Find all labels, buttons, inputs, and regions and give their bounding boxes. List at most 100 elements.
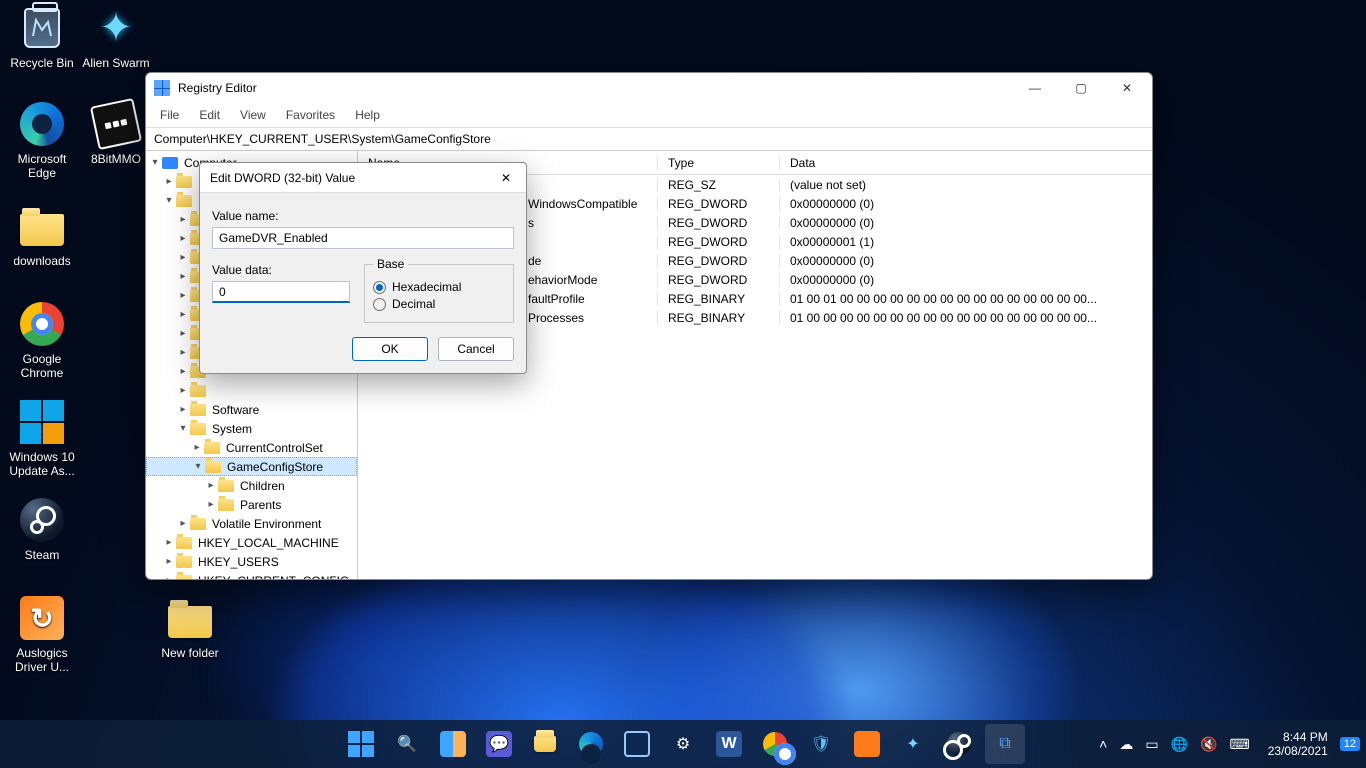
folder-icon: [218, 480, 234, 492]
tray-onedrive-icon[interactable]: ☁: [1119, 736, 1133, 753]
shield-icon: 🛡: [808, 731, 834, 757]
desktop-icon-new-folder[interactable]: New folder: [150, 594, 230, 660]
tray-network-icon[interactable]: 🌐: [1171, 736, 1188, 753]
tree-currentcontrolset[interactable]: CurrentControlSet: [224, 441, 325, 455]
folder-icon: [190, 385, 206, 397]
desktop-icon-auslogics[interactable]: Auslogics Driver U...: [2, 594, 82, 674]
value-data: 0x00000000 (0): [780, 197, 1152, 211]
edit-dword-dialog: Edit DWORD (32-bit) Value ✕ Value name: …: [199, 162, 527, 374]
menu-bar: File Edit View Favorites Help: [146, 103, 1152, 127]
tree-hkcc[interactable]: HKEY_CURRENT_CONFIG: [196, 574, 351, 580]
desktop-icon-alien-swarm[interactable]: ✦ Alien Swarm: [76, 4, 156, 70]
ok-button[interactable]: OK: [352, 337, 428, 361]
value-name-label: Value name:: [212, 209, 514, 223]
edge-icon: [578, 731, 604, 757]
chrome-icon: [20, 302, 64, 346]
value-type: REG_DWORD: [658, 235, 780, 249]
taskbar-explorer[interactable]: [525, 724, 565, 764]
desktop-icon-label: 8BitMMO: [76, 152, 156, 166]
tree-children[interactable]: Children: [238, 479, 287, 493]
desktop-icon-label: New folder: [150, 646, 230, 660]
folder-icon: [20, 214, 64, 246]
value-data-field[interactable]: [212, 281, 350, 303]
desktop-icon-steam[interactable]: Steam: [2, 496, 82, 562]
value-type: REG_BINARY: [658, 292, 780, 306]
tray-clock[interactable]: 8:44 PM 23/08/2021: [1268, 730, 1328, 758]
col-data[interactable]: Data: [780, 156, 1152, 170]
menu-file[interactable]: File: [150, 106, 189, 124]
value-data: (value not set): [780, 178, 1152, 192]
value-type: REG_SZ: [658, 178, 780, 192]
tree-software[interactable]: Software: [210, 403, 261, 417]
radio-hexadecimal[interactable]: Hexadecimal: [373, 280, 505, 294]
tray-volume-icon[interactable]: 🔇: [1200, 736, 1217, 753]
taskbar-steam[interactable]: [939, 724, 979, 764]
tree-system[interactable]: System: [210, 422, 254, 436]
maximize-button[interactable]: ▢: [1058, 73, 1104, 103]
taskbar-chat[interactable]: 💬: [479, 724, 519, 764]
tray-notification-badge[interactable]: 12: [1340, 737, 1360, 751]
folder-icon: [176, 176, 192, 188]
dialog-title: Edit DWORD (32-bit) Value: [210, 171, 486, 185]
desktop-icon-chrome[interactable]: Google Chrome: [2, 300, 82, 380]
taskbar-app-orange[interactable]: [847, 724, 887, 764]
col-type[interactable]: Type: [658, 156, 780, 170]
recycle-bin-icon: [24, 8, 60, 48]
desktop-icon-8bitmmo[interactable]: 8BitMMO: [76, 100, 156, 166]
desktop-icon-recycle-bin[interactable]: Recycle Bin: [2, 4, 82, 70]
cancel-button[interactable]: Cancel: [438, 337, 514, 361]
address-bar[interactable]: Computer\HKEY_CURRENT_USER\System\GameCo…: [146, 127, 1152, 151]
8bitmmo-icon: [90, 98, 142, 150]
desktop-icon-win10-update[interactable]: Windows 10 Update As...: [2, 398, 82, 478]
menu-help[interactable]: Help: [345, 106, 390, 124]
desktop-icon-label: Google Chrome: [2, 352, 82, 380]
menu-edit[interactable]: Edit: [189, 106, 230, 124]
taskbar-store[interactable]: [617, 724, 657, 764]
steam-icon: [20, 498, 64, 542]
desktop-icon-edge[interactable]: Microsoft Edge: [2, 100, 82, 180]
tray-ime-icon[interactable]: ⌨: [1229, 736, 1249, 753]
taskbar-word[interactable]: W: [709, 724, 749, 764]
taskbar-alien-swarm[interactable]: ✦: [893, 724, 933, 764]
titlebar[interactable]: Registry Editor — ▢ ✕: [146, 73, 1152, 103]
dialog-titlebar[interactable]: Edit DWORD (32-bit) Value ✕: [200, 163, 526, 193]
tree-volatile-env[interactable]: Volatile Environment: [210, 517, 323, 531]
taskbar-security[interactable]: 🛡: [801, 724, 841, 764]
chrome-icon: [762, 731, 788, 757]
tree-parents[interactable]: Parents: [238, 498, 283, 512]
desktop-icon-label: downloads: [2, 254, 82, 268]
search-icon: 🔍: [394, 731, 420, 757]
tree-gameconfigstore[interactable]: GameConfigStore: [225, 460, 325, 474]
value-name-visible-suffix: de: [528, 254, 541, 268]
desktop-icon-downloads[interactable]: downloads: [2, 202, 82, 268]
close-button[interactable]: ✕: [1104, 73, 1150, 103]
desktop-icon-label: Alien Swarm: [76, 56, 156, 70]
start-button[interactable]: [341, 724, 381, 764]
menu-favorites[interactable]: Favorites: [276, 106, 345, 124]
menu-view[interactable]: View: [230, 106, 276, 124]
value-name-visible-suffix: WindowsCompatible: [528, 197, 637, 211]
taskbar-settings[interactable]: ⚙: [663, 724, 703, 764]
value-name-visible-suffix: Processes: [528, 311, 584, 325]
taskbar-taskview[interactable]: [433, 724, 473, 764]
folder-icon: [190, 404, 206, 416]
tree-hklm[interactable]: HKEY_LOCAL_MACHINE: [196, 536, 341, 550]
tray-chevron-up-icon[interactable]: ˄: [1099, 736, 1107, 752]
dialog-close-button[interactable]: ✕: [486, 163, 526, 193]
tree-hku[interactable]: HKEY_USERS: [196, 555, 281, 569]
taskbar-search[interactable]: 🔍: [387, 724, 427, 764]
folder-icon: [176, 537, 192, 549]
taskbar-edge[interactable]: [571, 724, 611, 764]
tray-battery-icon[interactable]: ▭: [1145, 736, 1158, 753]
taskbar-regedit[interactable]: ⧉: [985, 724, 1025, 764]
word-icon: W: [716, 731, 742, 757]
value-data: 01 00 01 00 00 00 00 00 00 00 00 00 00 0…: [780, 292, 1152, 306]
folder-icon: [204, 442, 220, 454]
value-type: REG_DWORD: [658, 254, 780, 268]
minimize-button[interactable]: —: [1012, 73, 1058, 103]
value-data: 0x00000001 (1): [780, 235, 1152, 249]
taskbar-chrome[interactable]: [755, 724, 795, 764]
value-name-field[interactable]: [212, 227, 514, 249]
radio-decimal[interactable]: Decimal: [373, 297, 505, 311]
computer-icon: [162, 157, 178, 169]
